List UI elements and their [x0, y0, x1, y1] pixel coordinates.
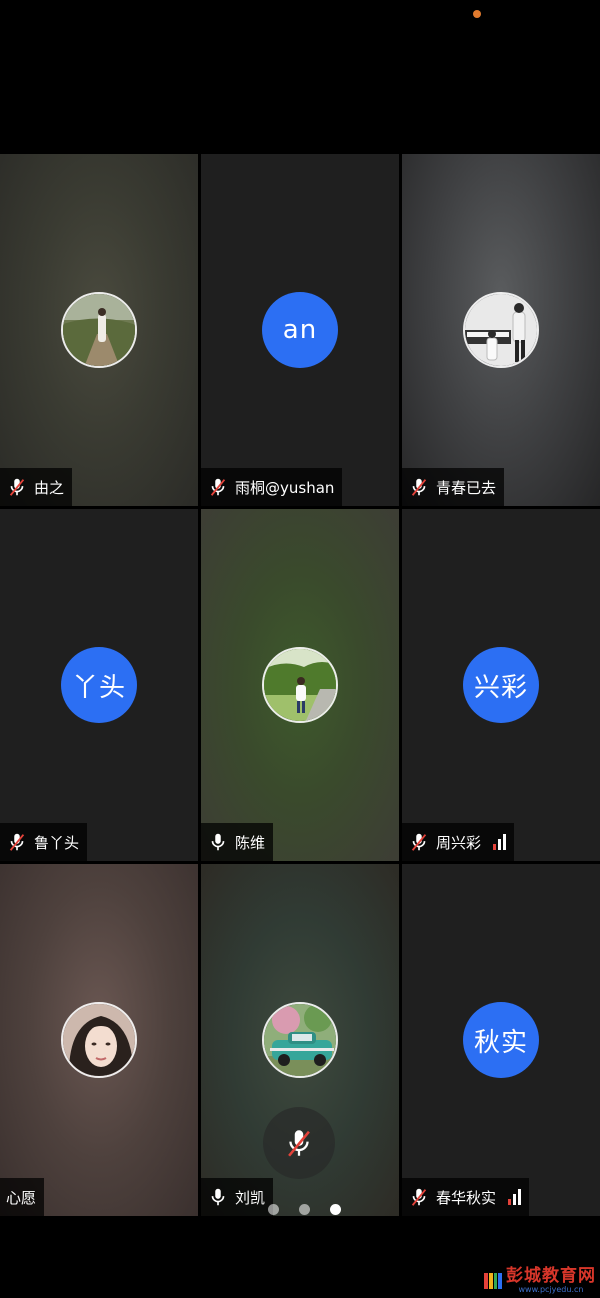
- mic-muted-icon: [9, 833, 25, 851]
- participant-initials-avatar: 秋实: [463, 1002, 539, 1078]
- participant-initials-avatar: 丫头: [61, 647, 137, 723]
- watermark-url: www.pcjyedu.cn: [518, 1285, 584, 1294]
- participant-name: 青春已去: [436, 478, 497, 497]
- status-indicator-dot: [473, 10, 481, 18]
- participant-avatar: [61, 292, 137, 368]
- mute-toggle-button[interactable]: [263, 1107, 335, 1179]
- video-grid: 由之 an 雨桐@yushan 青春已去 丫头 鲁丫头 陈维 兴彩 周兴彩 心愿…: [0, 154, 600, 1216]
- participant-tile[interactable]: 陈维: [201, 509, 399, 861]
- watermark-logo-icon: [484, 1272, 502, 1289]
- signal-weak-icon: [508, 1189, 522, 1205]
- participant-name: 春华秋实: [436, 1188, 497, 1207]
- participant-avatar: [262, 647, 338, 723]
- mic-muted-icon: [411, 478, 427, 496]
- participant-tile[interactable]: 青春已去: [402, 154, 600, 506]
- participant-label: 青春已去: [402, 468, 505, 506]
- participant-label: 周兴彩: [402, 823, 515, 861]
- participant-name: 周兴彩: [436, 833, 482, 852]
- page-indicator[interactable]: [268, 1204, 341, 1215]
- participant-label: 陈维: [201, 823, 274, 861]
- watermark-title: 彭城教育网: [506, 1266, 596, 1286]
- mic-muted-icon: [411, 833, 427, 851]
- participant-label: 心愿: [0, 1178, 45, 1216]
- page-dot[interactable]: [299, 1204, 310, 1215]
- participant-name: 刘凯: [235, 1188, 266, 1207]
- mic-muted-icon: [411, 1188, 427, 1206]
- mic-muted-icon: [210, 478, 226, 496]
- participant-label: 由之: [0, 468, 73, 506]
- participant-name: 陈维: [235, 833, 266, 852]
- page-dot-active[interactable]: [330, 1204, 341, 1215]
- mic-icon: [211, 1188, 225, 1206]
- signal-weak-icon: [493, 834, 507, 850]
- participant-avatar: [61, 1002, 137, 1078]
- participant-label: 刘凯: [201, 1178, 274, 1216]
- participant-tile[interactable]: 心愿: [0, 864, 198, 1216]
- mic-muted-icon: [288, 1130, 310, 1157]
- participant-tile[interactable]: an 雨桐@yushan: [201, 154, 399, 506]
- participant-tile[interactable]: 由之: [0, 154, 198, 506]
- page-dot[interactable]: [268, 1204, 279, 1215]
- participant-initials-avatar: an: [262, 292, 338, 368]
- mic-muted-icon: [9, 478, 25, 496]
- participant-initials-avatar: 兴彩: [463, 647, 539, 723]
- participant-avatar: [463, 292, 539, 368]
- participant-name: 雨桐@yushan: [235, 478, 335, 497]
- participant-name: 鲁丫头: [34, 833, 80, 852]
- mic-icon: [211, 833, 225, 851]
- participant-tile[interactable]: 秋实 春华秋实: [402, 864, 600, 1216]
- participant-tile[interactable]: 兴彩 周兴彩: [402, 509, 600, 861]
- site-watermark: 彭城教育网 www.pcjyedu.cn: [484, 1267, 596, 1294]
- participant-tile[interactable]: 丫头 鲁丫头: [0, 509, 198, 861]
- participant-label: 雨桐@yushan: [201, 468, 343, 506]
- participant-label: 鲁丫头: [0, 823, 88, 861]
- participant-name: 心愿: [6, 1188, 37, 1207]
- participant-avatar: [262, 1002, 338, 1078]
- participant-name: 由之: [34, 478, 65, 497]
- participant-label: 春华秋实: [402, 1178, 530, 1216]
